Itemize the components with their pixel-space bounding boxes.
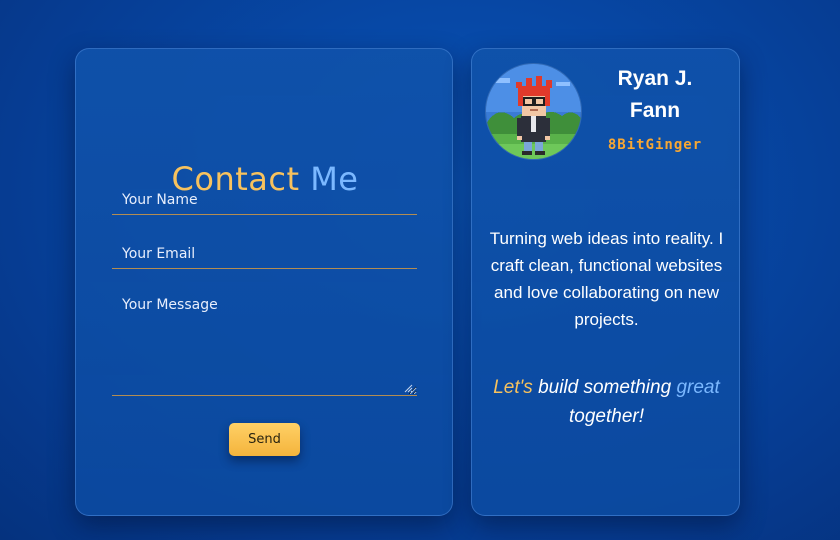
pixel-avatar-icon	[486, 64, 581, 159]
profile-name: Ryan J. Fann	[617, 67, 693, 122]
profile-bio: Turning web ideas into reality. I craft …	[489, 229, 724, 329]
cta-word-2: build something	[538, 377, 672, 398]
cta-word-1: Let's	[493, 377, 533, 398]
send-button[interactable]: Send	[229, 423, 300, 456]
message-textarea[interactable]	[112, 289, 417, 396]
cta-word-3: great	[676, 377, 720, 398]
email-input[interactable]	[112, 239, 417, 269]
name-input[interactable]	[112, 185, 417, 215]
cta-word-4: together!	[569, 406, 644, 427]
profile-handle: 8BitGinger	[607, 137, 703, 153]
profile-card: Ryan J. Fann 8BitGinger Turning web idea…	[471, 48, 740, 516]
profile-cta: Let's build something great together!	[480, 373, 733, 431]
contact-card: Contact Me Send	[75, 48, 453, 516]
